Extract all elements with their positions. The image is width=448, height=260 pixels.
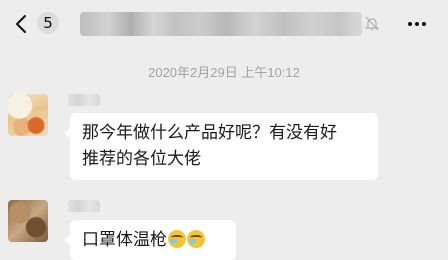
unread-count-badge[interactable]: 5 [37,12,59,34]
message-text: 口罩体温枪 [82,230,167,250]
ellipsis-icon [408,22,412,26]
laughing-tears-emoji-icon [187,230,205,248]
sender-name-blurred [68,94,100,106]
more-options-button[interactable] [402,10,432,36]
message-text-line: 那今年做什么产品好呢？有没有好 [82,123,337,143]
laughing-tears-emoji-icon [168,230,186,248]
message-bubble[interactable]: 口罩体温枪 [64,220,236,260]
avatar[interactable] [8,94,48,136]
message-timestamp: 2020年2月29日 上午10:12 [148,65,300,80]
chat-header: 5 [0,0,448,46]
bell-slash-icon [365,16,379,31]
chat-title-blurred [80,12,362,36]
chevron-left-icon[interactable] [15,14,27,34]
message-text-line: 推荐的各位大佬 [82,149,201,169]
avatar[interactable] [8,200,48,242]
sender-name-blurred [68,200,100,212]
message-bubble[interactable]: 那今年做什么产品好呢？有没有好 推荐的各位大佬 [64,113,378,180]
